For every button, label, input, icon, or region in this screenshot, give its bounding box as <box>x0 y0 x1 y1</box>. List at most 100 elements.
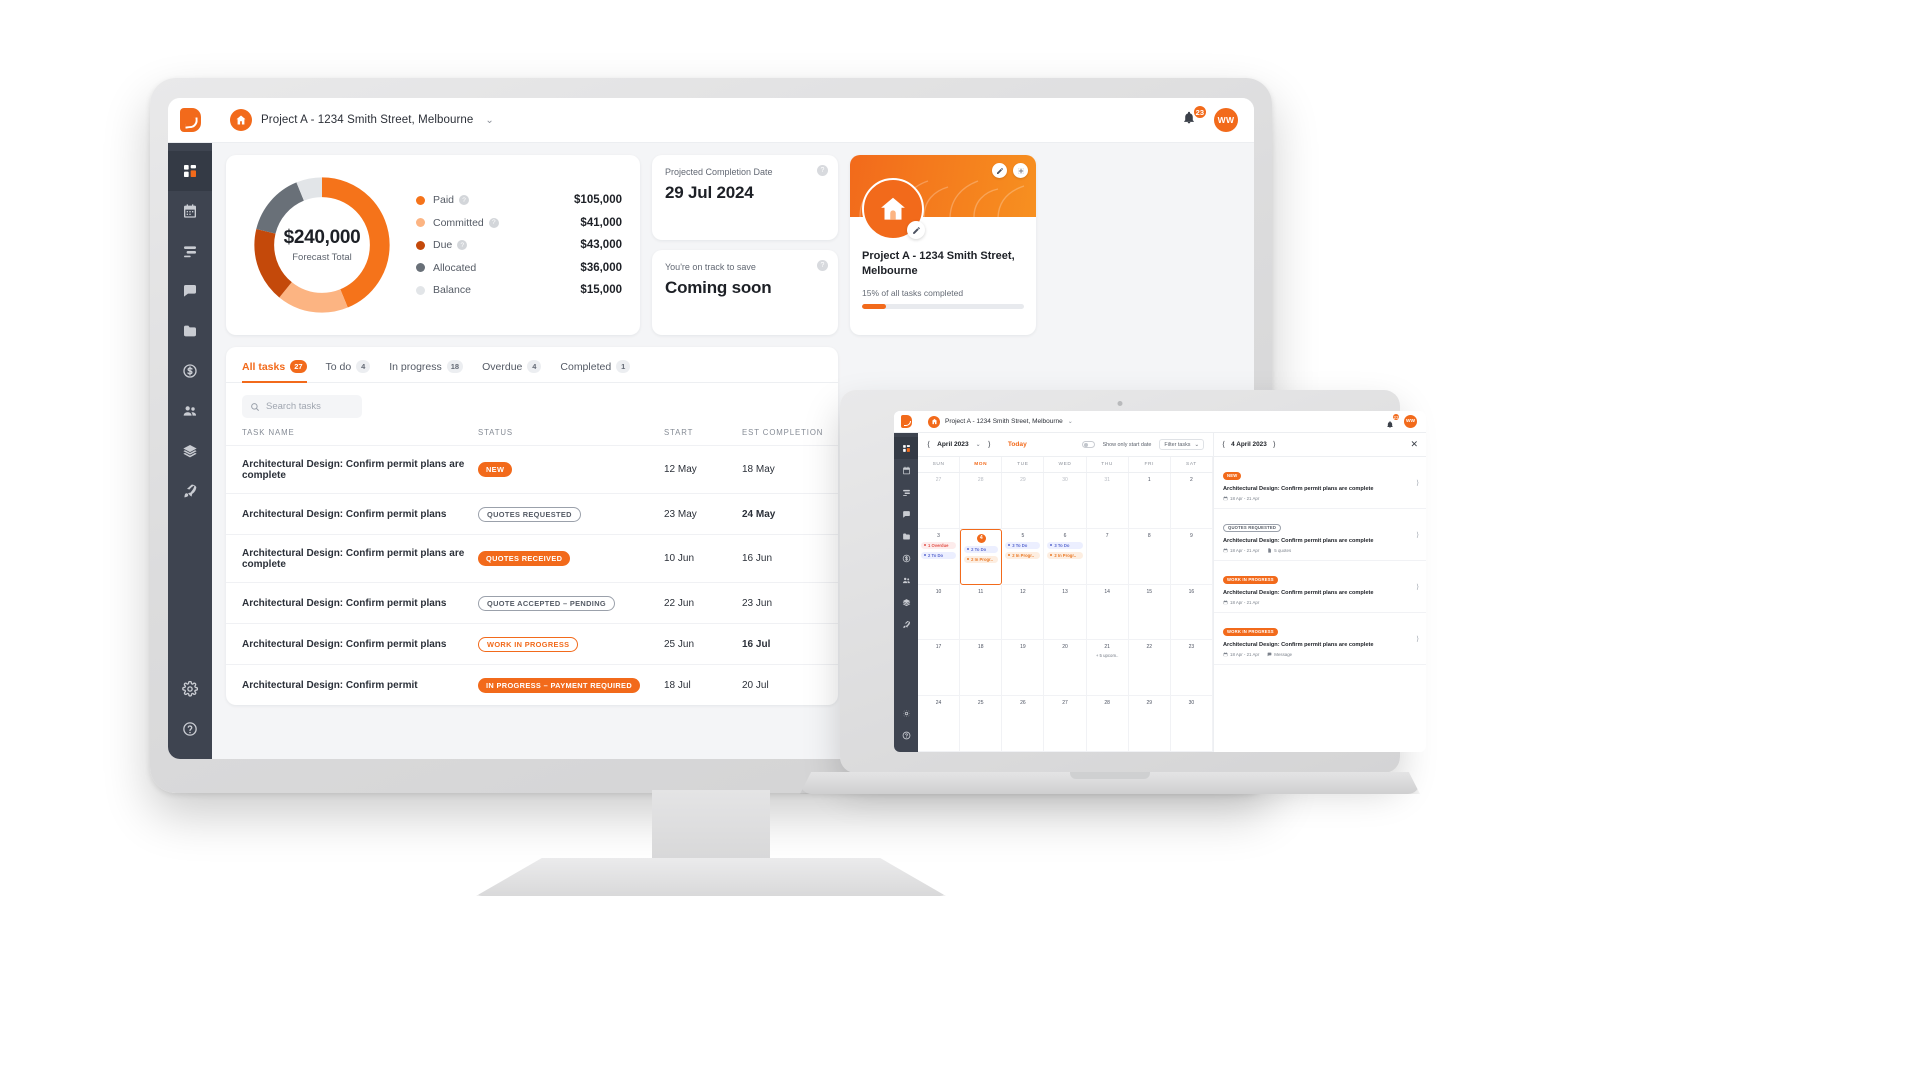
sidebar-item-files[interactable] <box>168 311 212 351</box>
tab-overdue[interactable]: Overdue 4 <box>482 360 542 382</box>
chevron-left-icon[interactable]: ⟨ <box>927 440 930 449</box>
info-icon[interactable]: ? <box>817 165 828 176</box>
calendar-day-cell[interactable]: 25 <box>960 696 1003 752</box>
project-settings-button[interactable] <box>1013 163 1028 178</box>
calendar-day-cell[interactable]: 26 <box>1002 696 1045 752</box>
sidebar-item-materials[interactable] <box>894 591 918 613</box>
sidebar-item-materials[interactable] <box>168 431 212 471</box>
chevron-right-icon[interactable]: ⟩ <box>1416 479 1419 487</box>
info-icon[interactable]: ? <box>488 217 499 228</box>
calendar-day-cell[interactable]: 18 <box>960 640 1003 697</box>
calendar-day-cell[interactable]: 9 <box>1170 528 1213 585</box>
calendar-day-cell[interactable]: 10 <box>918 584 961 641</box>
calendar-chip[interactable]: 2 In Progr.. <box>964 555 999 563</box>
edit-project-button[interactable] <box>992 163 1007 178</box>
calendar-day-cell[interactable]: 5 3 To Do 2 In Progr.. <box>1002 528 1045 585</box>
info-icon[interactable]: ? <box>817 260 828 271</box>
chevron-down-icon[interactable]: ⌄ <box>976 441 981 448</box>
calendar-chip[interactable]: 1 Overdue <box>921 541 957 549</box>
calendar-day-cell[interactable]: 16 <box>1170 584 1213 641</box>
project-selector[interactable]: Project A - 1234 Smith Street, Melbourne… <box>230 109 494 131</box>
calendar-day-cell[interactable]: 28 <box>960 473 1003 529</box>
avatar[interactable]: WW <box>1214 108 1238 132</box>
calendar-chip[interactable]: 2 In Progr.. <box>1005 551 1041 559</box>
sidebar-item-team[interactable] <box>168 391 212 431</box>
list-item[interactable]: QUOTES REQUESTED Architectural Design: C… <box>1214 509 1426 561</box>
calendar-day-cell[interactable]: 1 <box>1128 473 1171 529</box>
sidebar-item-files[interactable] <box>894 525 918 547</box>
calendar-day-cell[interactable]: 28 <box>1086 696 1129 752</box>
calendar-day-cell[interactable]: 11 <box>960 584 1003 641</box>
chevron-right-icon[interactable]: ⟩ <box>1416 583 1419 591</box>
sidebar-item-dashboard[interactable] <box>894 437 918 459</box>
filter-tasks-dropdown[interactable]: Filter tasks ⌄ <box>1159 439 1204 450</box>
calendar-day-cell[interactable]: 14 <box>1086 584 1129 641</box>
calendar-day-cell[interactable]: 22 <box>1128 640 1171 697</box>
sidebar-item-help[interactable] <box>894 724 918 746</box>
notifications-button[interactable]: 23 <box>1386 413 1400 428</box>
calendar-day-cell[interactable]: 30 <box>1044 473 1087 529</box>
tab-completed[interactable]: Completed 1 <box>560 360 631 382</box>
sidebar-item-tasks[interactable] <box>168 231 212 271</box>
search-input[interactable]: Search tasks <box>242 395 362 418</box>
show-only-start-date-toggle[interactable] <box>1081 441 1095 448</box>
chevron-right-icon[interactable]: ⟩ <box>988 440 991 449</box>
calendar-day-cell[interactable]: 13 <box>1044 584 1087 641</box>
calendar-day-cell[interactable]: 31 <box>1086 473 1129 529</box>
sidebar-item-team[interactable] <box>894 569 918 591</box>
more-events-label[interactable]: + 5 upcom.. <box>1090 653 1125 658</box>
calendar-day-cell[interactable]: 23 <box>1170 640 1213 697</box>
sidebar-item-settings[interactable] <box>168 669 212 709</box>
edit-avatar-button[interactable] <box>907 221 925 239</box>
list-item[interactable]: WORK IN PROGRESS Architectural Design: C… <box>1214 561 1426 613</box>
tab-to-do[interactable]: To do 4 <box>326 360 371 382</box>
tab-in-progress[interactable]: In progress 18 <box>389 360 464 382</box>
avatar[interactable]: WW <box>1404 415 1417 428</box>
list-item[interactable]: NEW Architectural Design: Confirm permit… <box>1214 457 1426 509</box>
table-row[interactable]: Architectural Design: Confirm permit pla… <box>226 534 838 583</box>
sidebar-item-launch[interactable] <box>168 471 212 511</box>
calendar-chip[interactable]: 2 To Do <box>964 545 999 553</box>
calendar-chip[interactable]: 3 To Do <box>1047 541 1083 549</box>
calendar-chip[interactable]: 2 To Do <box>921 551 957 559</box>
table-row[interactable]: Architectural Design: Confirm permit pla… <box>226 623 838 665</box>
calendar-day-cell[interactable]: 29 <box>1002 473 1045 529</box>
calendar-day-cell[interactable]: 6 3 To Do 2 In Progr.. <box>1044 528 1087 585</box>
sidebar-item-dashboard[interactable] <box>168 151 212 191</box>
info-icon[interactable]: ? <box>457 240 468 250</box>
sidebar-item-calendar[interactable] <box>168 191 212 231</box>
calendar-day-cell[interactable]: 15 <box>1128 584 1171 641</box>
chevron-right-icon[interactable]: ⟩ <box>1273 440 1276 449</box>
table-row[interactable]: Architectural Design: Confirm permit pla… <box>226 445 838 494</box>
calendar-day-cell[interactable]: 12 <box>1002 584 1045 641</box>
calendar-day-cell[interactable]: 8 <box>1128 528 1171 585</box>
calendar-chip[interactable]: 3 To Do <box>1005 541 1041 549</box>
sidebar-item-settings[interactable] <box>894 702 918 724</box>
sidebar-item-help[interactable] <box>168 709 212 749</box>
sidebar-item-finance[interactable] <box>168 351 212 391</box>
calendar-day-cell[interactable]: 29 <box>1128 696 1171 752</box>
calendar-chip[interactable]: 2 In Progr.. <box>1047 551 1083 559</box>
calendar-day-cell[interactable]: 3 1 Overdue 2 To Do <box>918 528 961 585</box>
sidebar-item-finance[interactable] <box>894 547 918 569</box>
sidebar-item-messages[interactable] <box>894 503 918 525</box>
chevron-right-icon[interactable]: ⟩ <box>1416 635 1419 643</box>
brand-logo-icon[interactable] <box>168 98 212 143</box>
notifications-button[interactable]: 23 <box>1182 105 1207 130</box>
tab-all-tasks[interactable]: All tasks 27 <box>242 360 307 383</box>
sidebar-item-launch[interactable] <box>894 613 918 635</box>
table-row[interactable]: Architectural Design: Confirm permit pla… <box>226 582 838 624</box>
list-item[interactable]: WORK IN PROGRESS Architectural Design: C… <box>1214 613 1426 665</box>
calendar-day-cell[interactable]: 27 <box>918 473 961 529</box>
close-icon[interactable]: ✕ <box>1410 439 1418 450</box>
calendar-day-cell[interactable]: 19 <box>1002 640 1045 697</box>
calendar-day-cell-selected[interactable]: 4 2 To Do 2 In Progr.. <box>960 528 1003 585</box>
info-icon[interactable]: ? <box>459 195 470 205</box>
project-selector[interactable]: Project A - 1234 Smith Street, Melbourne… <box>928 415 1073 428</box>
chevron-right-icon[interactable]: ⟩ <box>1416 531 1419 539</box>
table-row[interactable]: Architectural Design: Confirm permit pla… <box>226 493 838 535</box>
calendar-day-cell[interactable]: 24 <box>918 696 961 752</box>
chevron-left-icon[interactable]: ⟨ <box>1222 440 1225 449</box>
sidebar-item-tasks[interactable] <box>894 481 918 503</box>
calendar-day-cell[interactable]: 2 <box>1170 473 1213 529</box>
